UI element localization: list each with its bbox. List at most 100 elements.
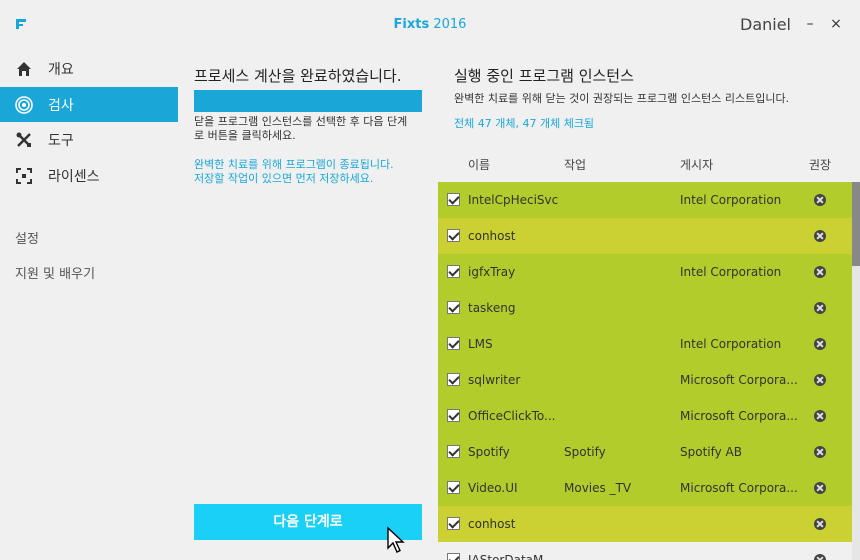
scan-note-line: 완벽한 치료를 위해 프로그램이 종료됩니다. <box>194 158 394 171</box>
column-header-recommend[interactable]: 권장 <box>809 156 831 173</box>
close-circle-icon[interactable] <box>814 410 826 422</box>
scan-description: 닫을 프로그램 인스턴스를 선택한 후 다음 단계 로 버튼을 클릭하세요. <box>194 115 424 143</box>
scan-note-line: 저장할 작업이 있으면 먼저 저장하세요. <box>194 172 374 185</box>
row-name: taskeng <box>468 301 516 315</box>
row-checkbox[interactable] <box>447 373 460 386</box>
sidebar-item-scan[interactable]: 검사 <box>0 87 178 122</box>
row-name: conhost <box>468 229 516 243</box>
row-checkbox[interactable] <box>447 229 460 242</box>
home-icon <box>15 60 33 78</box>
scan-description-line: 로 버튼을 클릭하세요. <box>194 129 296 142</box>
instances-subtitle: 완벽한 치료를 위해 닫는 것이 권장되는 프로그램 인스턴스 리스트입니다. <box>454 92 790 105</box>
row-name: OfficeClickTo... <box>468 409 556 423</box>
close-circle-icon[interactable] <box>814 266 826 278</box>
table-row[interactable]: LMS Intel Corporation <box>438 326 852 362</box>
row-task <box>564 182 674 218</box>
close-circle-icon[interactable] <box>814 338 826 350</box>
table-row[interactable]: OfficeClickTo... Microsoft Corpora... <box>438 398 852 434</box>
row-name: conhost <box>468 517 516 531</box>
row-checkbox[interactable] <box>447 301 460 314</box>
row-name: Spotify <box>468 445 510 459</box>
row-task <box>564 254 674 290</box>
close-button[interactable]: × <box>828 16 844 32</box>
app-title: Fixts 2016 <box>0 17 860 32</box>
row-checkbox[interactable] <box>447 337 460 350</box>
row-task <box>564 398 674 434</box>
sidebar-item-label: 도구 <box>48 132 74 149</box>
close-circle-icon[interactable] <box>814 446 826 458</box>
progress-bar <box>194 90 422 112</box>
row-task <box>564 290 674 326</box>
row-checkbox[interactable] <box>447 553 460 560</box>
row-publisher <box>680 542 800 560</box>
table-row[interactable]: IntelCpHeciSvc Intel Corporation <box>438 182 852 218</box>
close-circle-icon[interactable] <box>814 482 826 494</box>
row-checkbox[interactable] <box>447 265 460 278</box>
table-row[interactable]: taskeng <box>438 290 852 326</box>
instances-title: 실행 중인 프로그램 인스턴스 <box>454 67 634 85</box>
row-checkbox[interactable] <box>447 409 460 422</box>
close-circle-icon[interactable] <box>814 230 826 242</box>
table-row[interactable]: IAStorDataM... <box>438 542 852 560</box>
settings-link[interactable]: 설정 <box>15 228 39 247</box>
row-checkbox[interactable] <box>447 193 460 206</box>
row-publisher <box>680 506 800 542</box>
column-header-name[interactable]: 이름 <box>468 156 490 173</box>
support-link[interactable]: 지원 및 배우기 <box>15 263 95 282</box>
row-publisher: Spotify AB <box>680 445 742 459</box>
row-publisher <box>680 218 800 254</box>
mouse-cursor-icon <box>387 526 405 553</box>
row-name: sqlwriter <box>468 373 521 387</box>
row-name: Video.UI <box>468 481 518 495</box>
column-header-publisher[interactable]: 게시자 <box>680 156 713 173</box>
scrollbar[interactable] <box>852 182 860 560</box>
row-name: igfxTray <box>468 265 516 279</box>
sidebar-item-tools[interactable]: 도구 <box>0 122 178 157</box>
row-name: IAStorDataM... <box>468 553 555 560</box>
close-circle-icon[interactable] <box>814 374 826 386</box>
user-name[interactable]: Daniel <box>740 15 791 34</box>
row-name: LMS <box>468 337 493 351</box>
close-circle-icon[interactable] <box>814 518 826 530</box>
row-checkbox[interactable] <box>447 517 460 530</box>
sidebar: 개요 검사 도구 라이센스 설정 지원 및 배우기 <box>0 50 178 560</box>
row-publisher: Microsoft Corpora... <box>680 481 798 495</box>
row-checkbox[interactable] <box>447 481 460 494</box>
app-year: 2016 <box>433 17 467 32</box>
close-circle-icon[interactable] <box>814 554 826 560</box>
instances-count-link[interactable]: 전체 47 개체, 47 개체 체크됨 <box>454 115 594 131</box>
row-task: Movies _TV <box>564 481 632 495</box>
table-row[interactable]: conhost <box>438 218 852 254</box>
scan-note: 완벽한 치료를 위해 프로그램이 종료됩니다. 저장할 작업이 있으면 먼저 저… <box>194 158 424 186</box>
sidebar-item-label: 개요 <box>48 61 74 78</box>
table-row[interactable]: conhost <box>438 506 852 542</box>
close-circle-icon[interactable] <box>814 302 826 314</box>
table-row[interactable]: Spotify Spotify Spotify AB <box>438 434 852 470</box>
app-name: Fixts <box>393 17 430 32</box>
row-task: Spotify <box>564 445 606 459</box>
row-task <box>564 506 674 542</box>
row-task <box>564 218 674 254</box>
scan-description-line: 닫을 프로그램 인스턴스를 선택한 후 다음 단계 <box>194 115 408 128</box>
close-circle-icon[interactable] <box>814 194 826 206</box>
row-task <box>564 326 674 362</box>
title-bar: Fixts 2016 Daniel – × <box>0 0 860 50</box>
column-header-task[interactable]: 작업 <box>564 156 586 173</box>
table-row[interactable]: Video.UI Movies _TV Microsoft Corpora... <box>438 470 852 506</box>
minimize-button[interactable]: – <box>802 16 818 32</box>
row-publisher <box>680 290 800 326</box>
sidebar-item-license[interactable]: 라이센스 <box>0 158 178 193</box>
row-publisher: Microsoft Corpora... <box>680 373 798 387</box>
table-row[interactable]: igfxTray Intel Corporation <box>438 254 852 290</box>
table-row[interactable]: sqlwriter Microsoft Corpora... <box>438 362 852 398</box>
license-icon <box>15 167 33 185</box>
sidebar-item-overview[interactable]: 개요 <box>0 51 178 86</box>
row-publisher: Intel Corporation <box>680 265 782 279</box>
sidebar-item-label: 검사 <box>48 97 74 114</box>
row-task <box>564 542 674 560</box>
tools-icon <box>15 131 33 149</box>
row-publisher: Intel Corporation <box>680 193 782 207</box>
row-publisher: Intel Corporation <box>680 337 782 351</box>
scrollbar-thumb[interactable] <box>852 182 860 266</box>
row-checkbox[interactable] <box>447 445 460 458</box>
